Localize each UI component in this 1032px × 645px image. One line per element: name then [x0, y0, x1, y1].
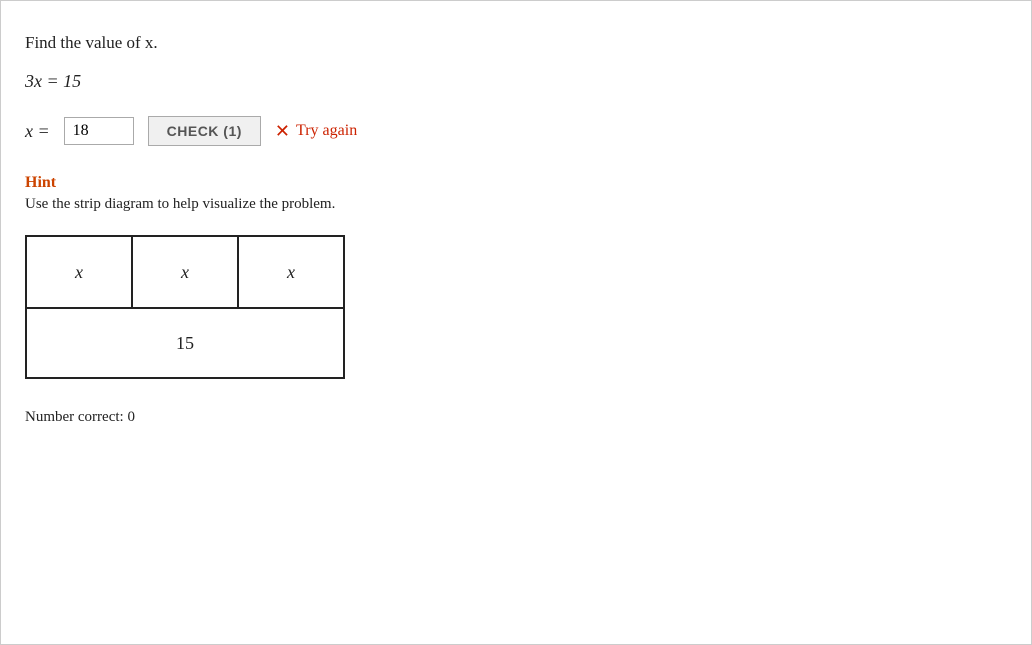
hint-section: Hint Use the strip diagram to help visua… [25, 174, 1007, 213]
strip-diagram: x x x 15 [25, 235, 1007, 379]
hint-text: Use the strip diagram to help visualize … [25, 196, 1007, 213]
hint-label: Hint [25, 174, 1007, 192]
main-container: Find the value of x. 3x = 15 x = CHECK (… [0, 0, 1032, 645]
strip-cell-1: x [27, 237, 133, 307]
equation: 3x = 15 [25, 71, 1007, 92]
answer-input[interactable] [64, 117, 134, 145]
strip-bottom-row: 15 [25, 309, 345, 379]
x-icon: ✕ [275, 121, 290, 142]
answer-row: x = CHECK (1) ✕ Try again [25, 116, 1007, 146]
try-again-label: Try again [296, 122, 357, 140]
strip-cell-2: x [133, 237, 239, 307]
try-again-message: ✕ Try again [275, 121, 357, 142]
strip-top-row: x x x [25, 235, 345, 309]
answer-label: x = [25, 121, 50, 142]
strip-cell-3: x [239, 237, 343, 307]
problem-title: Find the value of x. [25, 33, 1007, 53]
check-button[interactable]: CHECK (1) [148, 116, 261, 146]
content-area: Find the value of x. 3x = 15 x = CHECK (… [1, 1, 1031, 450]
strip-bottom-value: 15 [176, 333, 194, 354]
number-correct: Number correct: 0 [25, 409, 1007, 426]
